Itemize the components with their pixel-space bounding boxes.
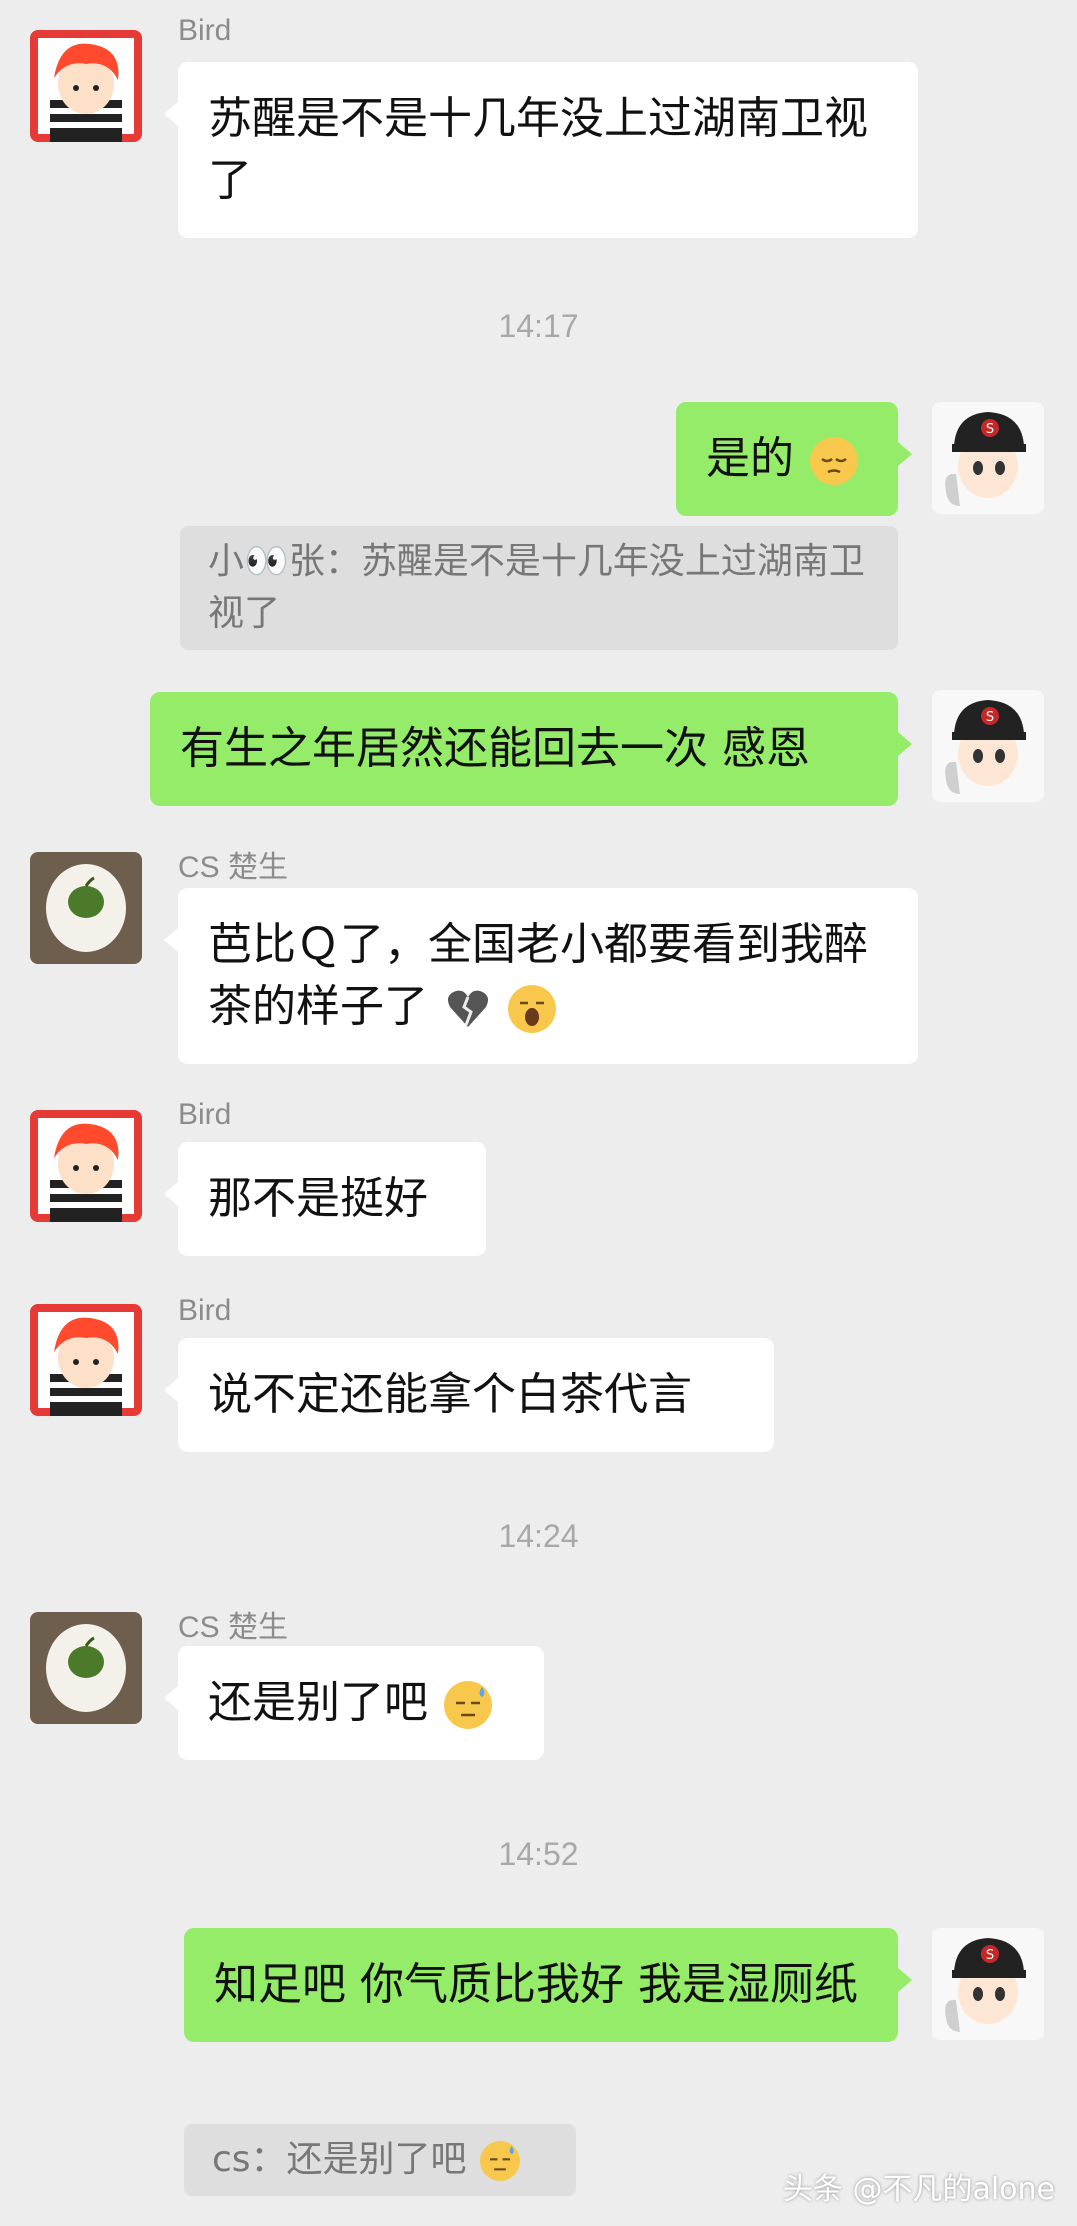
message-text: 那不是挺好 [208,1173,428,1224]
sweat-emoji-icon [480,2141,521,2181]
quoted-message[interactable]: 小👀张：苏醒是不是十几年没上过湖南卫视了 [180,526,898,650]
bird-avatar[interactable] [30,1110,142,1222]
cs-avatar[interactable] [30,852,142,964]
message-text: 说不定还能拿个白茶代言 [208,1369,692,1420]
bird-avatar[interactable] [30,1304,142,1416]
timestamp: 14:52 [498,1836,579,1872]
bird-avatar[interactable] [30,30,142,142]
watermark: 头条 @不凡的alone [782,2172,1055,2207]
broken-heart-emoji-icon [444,985,492,1033]
sender-name: Bird [178,1294,232,1327]
quote-text: 小👀张：苏醒是不是十几年没上过湖南卫视了 [208,541,865,634]
pensive-emoji-icon [810,437,858,485]
quoted-message[interactable]: cs：还是别了吧 [184,2124,576,2196]
message-bubble[interactable]: 那不是挺好 [164,1142,486,1256]
sender-name: Bird [178,14,232,47]
yawn-emoji-icon [508,985,556,1033]
svg-text:S: S [986,422,994,437]
message-text: 知足吧 你气质比我好 我是湿厕纸 [214,1959,858,2010]
message-bubble[interactable]: 说不定还能拿个白茶代言 [164,1338,774,1452]
sweat-emoji-icon [444,1681,492,1729]
svg-text:S: S [986,710,994,725]
message-bubble[interactable]: 还是别了吧 [164,1646,544,1760]
svg-text:S: S [986,1948,994,1963]
self-avatar[interactable]: S [932,690,1044,802]
message-bubble[interactable]: 是的 [676,402,912,516]
sender-name: CS 楚生 [178,1611,289,1644]
message-bubble[interactable]: 有生之年居然还能回去一次 感恩 [150,692,912,806]
message-text: 还是别了吧 [208,1677,428,1728]
message-bubble[interactable]: 知足吧 你气质比我好 我是湿厕纸 [184,1928,912,2042]
message-bubble[interactable]: 芭比Ｑ了，全国老小都要看到我醉茶的样子了 [164,888,918,1064]
timestamp: 14:24 [498,1518,579,1554]
self-avatar[interactable]: S [932,1928,1044,2040]
quote-text: cs：还是别了吧 [212,2139,467,2180]
message-text: 是的 [706,433,794,484]
timestamp: 14:17 [498,308,579,344]
message-bubble[interactable]: 苏醒是不是十几年没上过湖南卫视了 [164,62,918,238]
cs-avatar[interactable] [30,1612,142,1724]
message-text: 有生之年居然还能回去一次 感恩 [180,723,810,774]
sender-name: CS 楚生 [178,851,289,884]
message-text: 苏醒是不是十几年没上过湖南卫视了 [208,93,868,206]
self-avatar[interactable]: S [932,402,1044,514]
sender-name: Bird [178,1098,232,1131]
